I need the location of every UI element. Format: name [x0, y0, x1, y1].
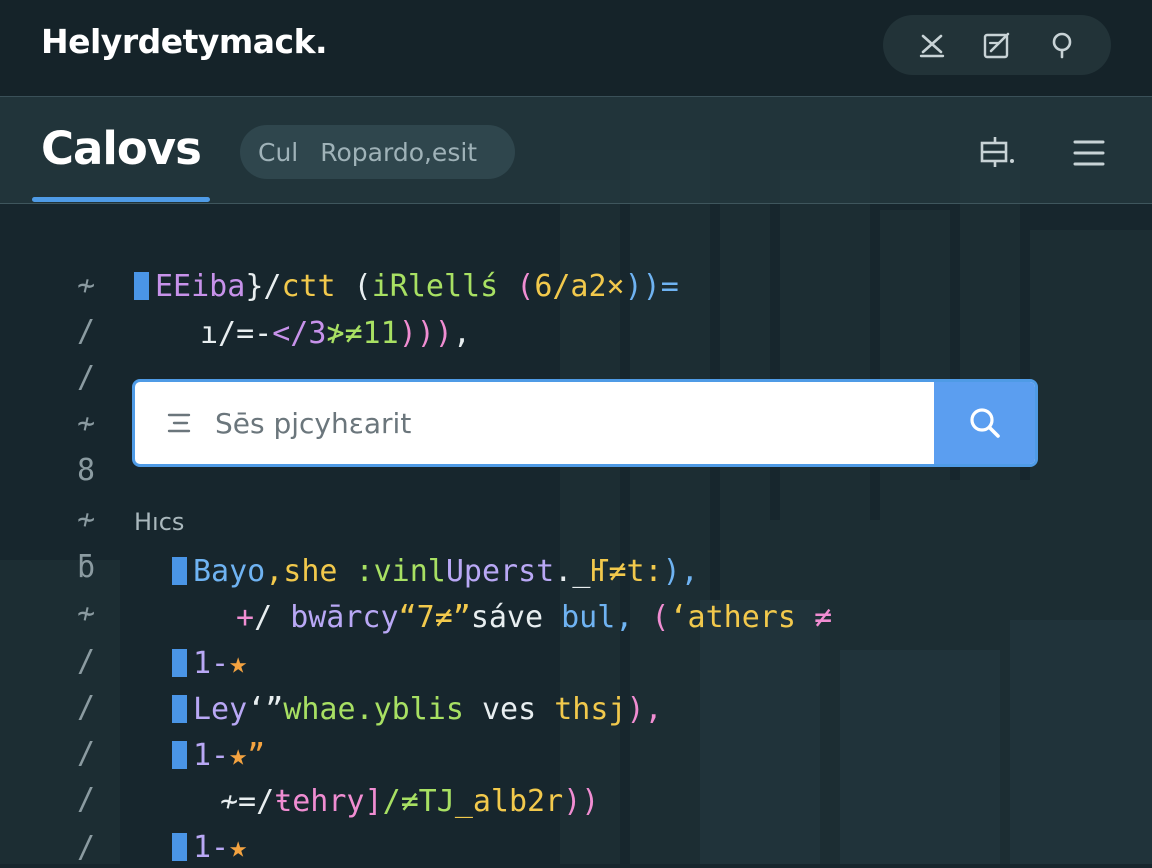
- gutter-mark: ≁: [76, 268, 96, 303]
- list-icon: [167, 413, 191, 433]
- list-item[interactable]: Ley‘”whae.yblis ves thsj),: [172, 690, 663, 730]
- gutter-mark: ≁: [76, 596, 96, 631]
- gutter-mark: ≁: [76, 502, 96, 537]
- close-button[interactable]: [912, 25, 952, 65]
- search-icon: [969, 408, 1000, 438]
- line-marker: [134, 272, 149, 300]
- title-bar: Helyrdetymack.: [0, 0, 1152, 96]
- close-icon: [919, 34, 944, 58]
- gutter-mark: /: [76, 644, 96, 679]
- page-title-tab[interactable]: Calovs: [41, 122, 202, 175]
- search-box: [132, 379, 1038, 467]
- star-icon: ★: [229, 646, 248, 681]
- edit-icon: [983, 32, 1010, 59]
- list-item[interactable]: 1-★: [172, 828, 247, 868]
- list-bullet: [172, 649, 187, 677]
- search-button[interactable]: [934, 382, 1035, 464]
- list-item[interactable]: Bayo,she :vinlUperst._Ҥ≠t:),: [172, 552, 699, 592]
- star-icon: ★”: [229, 738, 266, 773]
- list-item-continuation: +/ bwārcy“7≠”sáve bul, (‘athers ≠: [236, 600, 833, 635]
- menu-button[interactable]: [1067, 131, 1111, 175]
- header-bar: Calovs Cul Ropardo,esit: [0, 96, 1152, 204]
- gutter-mark: /: [76, 360, 96, 395]
- search-input[interactable]: [215, 382, 935, 464]
- hamburger-menu-icon: [1073, 140, 1105, 166]
- active-tab-indicator: [32, 197, 210, 202]
- list-item[interactable]: 1-★”: [172, 736, 265, 776]
- gutter-mark: /: [76, 782, 96, 817]
- filter-chip[interactable]: Cul Ropardo,esit: [240, 125, 515, 179]
- location-button[interactable]: [1042, 25, 1082, 65]
- list-bullet: [172, 557, 187, 585]
- list-item[interactable]: 1-★: [172, 644, 247, 684]
- list-bullet: [172, 695, 187, 723]
- filter-chip-left-label: Cul: [258, 137, 299, 167]
- window-controls: [883, 15, 1111, 75]
- star-icon: ★: [229, 830, 248, 865]
- gutter-mark: 8: [76, 453, 96, 488]
- gutter-mark: /: [76, 314, 96, 349]
- gutter-mark: /: [76, 736, 96, 771]
- gutter-mark: /: [76, 830, 96, 865]
- layout-icon: [980, 137, 1014, 167]
- gutter-mark: ƃ: [76, 550, 96, 585]
- list-bullet: [172, 741, 187, 769]
- section-label: Hıcs: [134, 508, 185, 536]
- code-line: ЕЕiba}/ctt (iRlellś (6/a2×))=: [134, 267, 679, 307]
- list-bullet: [172, 833, 187, 861]
- gutter-mark: /: [76, 690, 96, 725]
- pin-icon: [1053, 32, 1072, 59]
- filter-chip-right-label: Ropardo,esit: [320, 137, 478, 167]
- code-line: ı/=-</3≯≠11))),: [200, 316, 471, 351]
- app-title: Helyrdetymack.: [41, 22, 328, 61]
- gutter-mark: ≁: [76, 406, 96, 441]
- layout-button[interactable]: [974, 131, 1018, 175]
- list-item-continuation: ≁=/ŧehry]/≠TJ_alb2r)): [220, 784, 600, 819]
- edit-button[interactable]: [977, 25, 1017, 65]
